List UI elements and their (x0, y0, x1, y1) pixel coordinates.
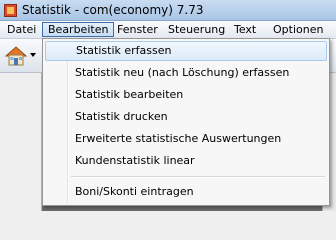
menu-item-kundenstatistik-linear[interactable]: Kundenstatistik linear (45, 151, 327, 171)
window-title: Statistik - com(economy) 7.73 (22, 3, 204, 17)
menu-item-statistik-bearbeiten[interactable]: Statistik bearbeiten (45, 85, 327, 105)
menu-item-erweiterte-auswertungen[interactable]: Erweiterte statistische Auswertungen (45, 129, 327, 149)
menu-datei[interactable]: Datei (2, 22, 41, 37)
menu-fenster[interactable]: Fenster (112, 22, 163, 37)
home-icon[interactable] (4, 44, 28, 68)
menu-text[interactable]: Text (229, 22, 261, 37)
menu-separator (71, 176, 325, 178)
menu-optionen[interactable]: Optionen (268, 22, 328, 37)
menu-item-statistik-drucken[interactable]: Statistik drucken (45, 107, 327, 127)
app-icon (4, 4, 17, 17)
menu-item-statistik-neu-erfassen[interactable]: Statistik neu (nach Löschung) erfassen (45, 63, 327, 83)
bearbeiten-dropdown-menu: Statistik erfassen Statistik neu (nach L… (42, 38, 330, 206)
chevron-down-icon[interactable] (30, 53, 36, 57)
menu-item-boni-skonti-eintragen[interactable]: Boni/Skonti eintragen (45, 182, 327, 202)
title-bar: Statistik - com(economy) 7.73 (0, 0, 336, 21)
menu-steuerung[interactable]: Steuerung (163, 22, 230, 37)
left-panel (0, 73, 42, 211)
menu-bar: Datei Bearbeiten Fenster Steuerung Text … (0, 21, 336, 39)
menu-bearbeiten[interactable]: Bearbeiten (42, 22, 115, 37)
menu-item-statistik-erfassen[interactable]: Statistik erfassen (45, 41, 327, 61)
